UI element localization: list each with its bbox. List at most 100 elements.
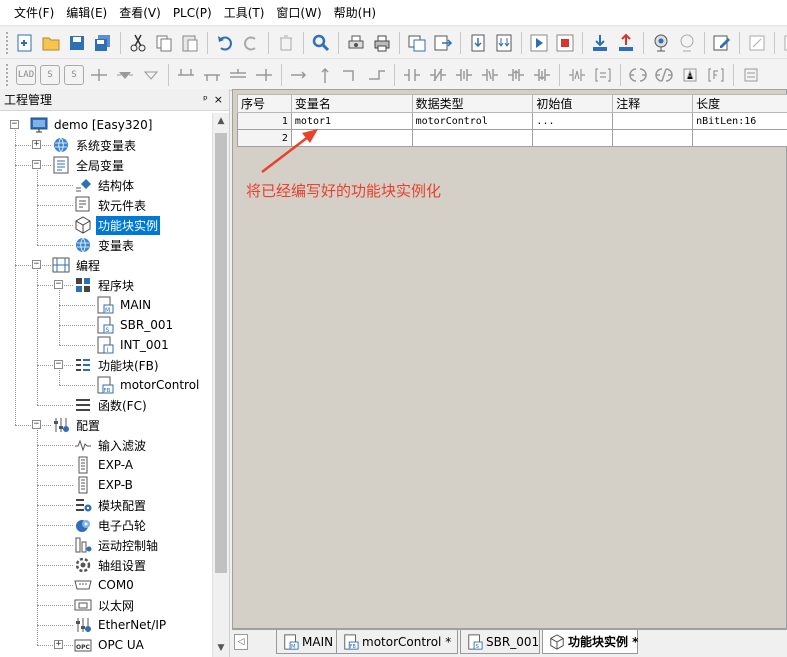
hline-icon[interactable]: [226, 63, 250, 87]
tree-node[interactable]: 结构体: [74, 175, 136, 195]
expand-icon[interactable]: +: [54, 640, 63, 649]
collapse-icon[interactable]: −: [54, 360, 63, 369]
arrow-down-outline-icon[interactable]: [139, 63, 163, 87]
menu-item-6[interactable]: 帮助(H): [328, 2, 382, 24]
tree-node[interactable]: 电子凸轮: [74, 515, 148, 535]
more-tools-icon[interactable]: [780, 31, 787, 55]
tree-node[interactable]: S SBR_001: [96, 315, 175, 335]
new-file-icon[interactable]: [13, 31, 37, 55]
menu-item-3[interactable]: PLC(P): [167, 2, 218, 24]
delete-icon[interactable]: [274, 31, 298, 55]
save-all-icon[interactable]: [91, 31, 115, 55]
paste-icon[interactable]: [178, 31, 202, 55]
tree-node[interactable]: FB motorControl: [96, 375, 201, 395]
table-cell[interactable]: [612, 112, 694, 130]
redo-icon[interactable]: [239, 31, 263, 55]
column-header[interactable]: 变量名: [290, 94, 413, 113]
tree-node[interactable]: 配置: [52, 415, 102, 435]
undo-icon[interactable]: [213, 31, 237, 55]
branch-up-icon[interactable]: [174, 63, 198, 87]
tree-node[interactable]: 功能块实例: [74, 215, 161, 235]
scroll-thumb[interactable]: [215, 133, 227, 573]
download-icon[interactable]: [588, 31, 612, 55]
vline-icon[interactable]: [252, 63, 276, 87]
upload-icon[interactable]: [614, 31, 638, 55]
search-icon[interactable]: [309, 31, 333, 55]
tree-node[interactable]: 轴组设置: [74, 555, 148, 575]
contact-nc-icon[interactable]: [426, 63, 450, 87]
tree-node[interactable]: I INT_001: [96, 335, 171, 355]
table-cell[interactable]: [692, 129, 787, 147]
collapse-icon[interactable]: −: [32, 160, 41, 169]
wire-up-icon[interactable]: [313, 63, 337, 87]
open-folder-icon[interactable]: [39, 31, 63, 55]
coil-neg-icon[interactable]: [652, 63, 676, 87]
cut-icon[interactable]: [126, 31, 150, 55]
table-cell[interactable]: [532, 129, 614, 147]
column-header[interactable]: 数据类型: [411, 94, 534, 113]
column-header[interactable]: 序号: [237, 94, 292, 113]
editor-tab[interactable]: 功能块实例 *: [542, 630, 638, 654]
scroll-up-icon[interactable]: ▲: [213, 113, 229, 130]
tree-node[interactable]: 模块配置: [74, 495, 148, 515]
editor-tab[interactable]: S SBR_001: [460, 630, 540, 654]
contact-rise-icon[interactable]: [452, 63, 476, 87]
coil-icon[interactable]: [626, 63, 650, 87]
menu-item-0[interactable]: 文件(F): [8, 2, 60, 24]
tree-node[interactable]: 变量表: [74, 235, 136, 255]
toolbar-grip[interactable]: [6, 63, 10, 86]
compare-icon[interactable]: [591, 63, 615, 87]
tree-node[interactable]: 运动控制轴: [74, 535, 160, 555]
monitor-off-icon[interactable]: [675, 31, 699, 55]
tree-scrollbar[interactable]: ▲ ▼: [212, 113, 229, 657]
collapse-icon[interactable]: −: [32, 420, 41, 429]
wire-corner-icon[interactable]: [339, 63, 363, 87]
run-icon[interactable]: [527, 31, 551, 55]
wire-step-icon[interactable]: [365, 63, 389, 87]
invert-icon[interactable]: [565, 63, 589, 87]
monitor-camera-icon[interactable]: [649, 31, 673, 55]
contact-pulse-icon[interactable]: [504, 63, 528, 87]
tree-node[interactable]: EtherNet/IP: [74, 615, 168, 635]
save-icon[interactable]: [65, 31, 89, 55]
collapse-icon[interactable]: −: [54, 280, 63, 289]
coil-set-icon[interactable]: [678, 63, 702, 87]
table-cell[interactable]: [411, 129, 534, 147]
scroll-down-icon[interactable]: ▼: [213, 640, 229, 657]
pin-icon[interactable]: ᵖ: [203, 93, 208, 106]
export-icon[interactable]: [431, 31, 455, 55]
lad-view-button[interactable]: LAD: [16, 64, 36, 85]
print-icon[interactable]: [370, 31, 394, 55]
insert-branch-icon[interactable]: [87, 63, 111, 87]
compile-all-icon[interactable]: [492, 31, 516, 55]
tree-node[interactable]: 程序块: [74, 275, 136, 295]
close-icon[interactable]: ×: [214, 93, 223, 106]
sfc-view-button[interactable]: S: [64, 64, 84, 85]
stop-icon[interactable]: [553, 31, 577, 55]
branch-down-icon[interactable]: [200, 63, 224, 87]
stl-view-button[interactable]: S: [40, 64, 60, 85]
tree-node[interactable]: M MAIN: [96, 295, 153, 315]
menu-item-1[interactable]: 编辑(E): [60, 2, 113, 24]
tree-node[interactable]: EXP-B: [74, 475, 135, 495]
tree-node[interactable]: 功能块(FB): [74, 355, 161, 375]
notes-icon[interactable]: [745, 31, 769, 55]
print-preview-icon[interactable]: [344, 31, 368, 55]
arrow-down-filled-icon[interactable]: [113, 63, 137, 87]
column-header[interactable]: 长度: [692, 94, 787, 113]
tree-node[interactable]: 全局变量: [52, 155, 126, 175]
table-cell[interactable]: [612, 129, 694, 147]
wire-right-icon[interactable]: [287, 63, 311, 87]
table-cell[interactable]: ...: [532, 112, 614, 130]
contact-negpulse-icon[interactable]: [530, 63, 554, 87]
box-instruction-icon[interactable]: [739, 63, 763, 87]
tree-node[interactable]: COM0: [74, 575, 136, 595]
windows-icon[interactable]: [405, 31, 429, 55]
editor-tab[interactable]: FB motorControl *: [336, 630, 458, 654]
tab-scroll-left-icon[interactable]: ◁: [234, 634, 248, 650]
tree-node[interactable]: 系统变量表: [52, 135, 138, 155]
column-header[interactable]: 初始值: [532, 94, 614, 113]
tree-node[interactable]: 输入滤波: [74, 435, 148, 455]
edit-icon[interactable]: [710, 31, 734, 55]
column-header[interactable]: 注释: [612, 94, 694, 113]
